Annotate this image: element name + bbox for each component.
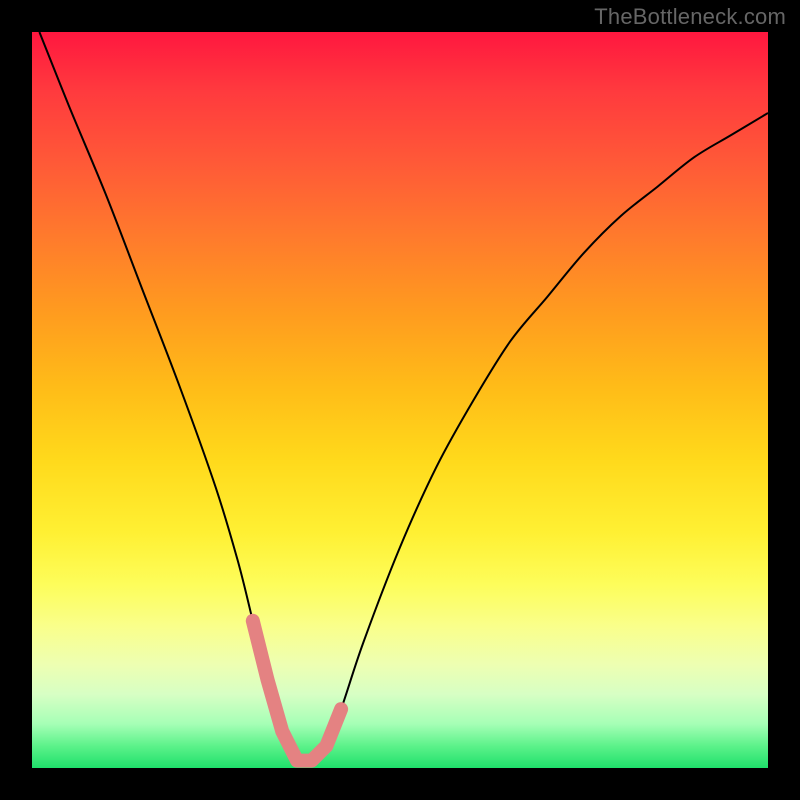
chart-svg xyxy=(32,32,768,768)
bottleneck-curve xyxy=(39,32,768,763)
chart-plot-area xyxy=(32,32,768,768)
optimal-range-marker xyxy=(253,621,341,761)
attribution-text: TheBottleneck.com xyxy=(594,4,786,30)
